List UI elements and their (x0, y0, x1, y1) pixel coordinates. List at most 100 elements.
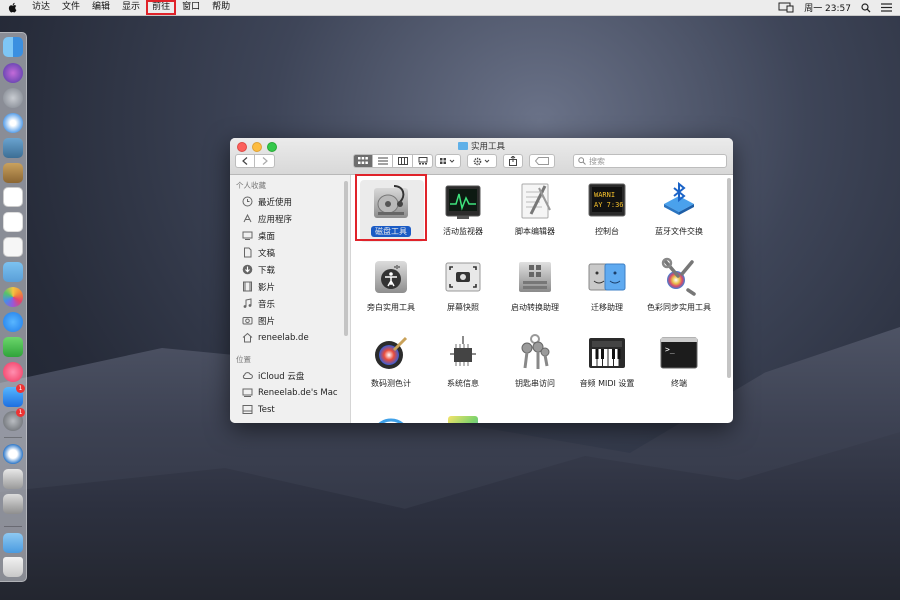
action-button[interactable] (467, 154, 497, 168)
app-migration[interactable]: 迁移助理 (571, 256, 643, 313)
sidebar-item-label: 音乐 (258, 299, 276, 310)
airplay-display-icon[interactable] (778, 2, 794, 13)
window-title: 实用工具 (470, 142, 505, 152)
finder-dock-icon[interactable] (3, 37, 23, 57)
app-activity-monitor[interactable]: 活动监视器 (427, 180, 499, 237)
utility-dock-icon[interactable] (3, 494, 23, 514)
spotlight-search-icon[interactable] (861, 2, 871, 13)
app-voiceover[interactable]: 旁白实用工具 (355, 256, 427, 313)
facetime-dock-icon[interactable] (3, 337, 23, 357)
app-store-dock-icon[interactable]: 1 (3, 384, 25, 407)
sidebar-item-label: 下载 (258, 265, 276, 276)
sidebar-item-applications[interactable]: 应用程序 (230, 210, 350, 227)
app-system-info[interactable]: 系统信息 (427, 332, 499, 389)
sidebar-item-label: 图片 (258, 316, 276, 327)
photos-dock-icon[interactable] (3, 287, 23, 307)
app-script-editor[interactable]: 脚本编辑器 (499, 180, 571, 237)
apple-menu-icon[interactable] (8, 2, 18, 13)
wireless-diagnostics-icon (370, 408, 412, 423)
drive-icon (242, 404, 253, 415)
list-icon (377, 157, 388, 165)
app-terminal[interactable]: >_ 终端 (643, 332, 715, 389)
reminders-dock-icon[interactable] (3, 237, 23, 257)
menu-go[interactable]: 前往 (146, 0, 177, 15)
sidebar-item-desktop[interactable]: 桌面 (230, 227, 350, 244)
list-view-button[interactable] (373, 154, 393, 168)
group-button[interactable] (435, 154, 461, 168)
music-dock-icon[interactable] (3, 362, 23, 382)
share-button[interactable] (503, 154, 523, 168)
sidebar-item-computer[interactable]: Reneelab.de's Mac (230, 384, 350, 401)
tags-button[interactable] (529, 154, 555, 168)
app-color-meter[interactable]: 数码测色计 (355, 332, 427, 389)
menu-bar: 访达 文件 编辑 显示 前往 窗口 帮助 周一 23:57 (0, 0, 900, 16)
app-keychain[interactable]: 钥匙串访问 (499, 332, 571, 389)
messages-dock-icon[interactable] (3, 312, 23, 332)
sidebar-item-movies[interactable]: 影片 (230, 278, 350, 295)
app-boot-camp[interactable]: 启动转换助理 (499, 256, 571, 313)
app-wireless-diagnostics[interactable] (355, 408, 427, 423)
menu-edit[interactable]: 编辑 (86, 0, 116, 15)
chevron-right-icon (262, 157, 268, 165)
icon-view-button[interactable] (353, 154, 373, 168)
sidebar-scrollbar[interactable] (344, 181, 348, 336)
calendar-dock-icon[interactable] (3, 187, 23, 207)
menu-window[interactable]: 窗口 (176, 0, 206, 15)
content-scrollbar[interactable] (727, 178, 731, 378)
dock-separator (4, 526, 22, 527)
voiceover-icon (370, 256, 412, 298)
forward-button[interactable] (255, 154, 275, 168)
svg-text:WARNI: WARNI (594, 191, 615, 199)
menu-view[interactable]: 显示 (116, 0, 146, 15)
menu-finder[interactable]: 访达 (26, 0, 56, 15)
sidebar-item-documents[interactable]: 文稿 (230, 244, 350, 261)
search-field[interactable]: 搜索 (573, 154, 727, 168)
folder-icon (457, 142, 468, 150)
app-console[interactable]: WARNI AY 7:36 控制台 (571, 180, 643, 237)
disk-utility-dock-icon[interactable] (3, 469, 23, 489)
sidebar-item-home[interactable]: reneelab.de (230, 329, 350, 346)
gallery-view-button[interactable] (413, 154, 433, 168)
app-colorsync[interactable]: 色彩同步实用工具 (643, 256, 715, 313)
app-screenshot[interactable]: 屏幕快照 (427, 256, 499, 313)
column-view-button[interactable] (393, 154, 413, 168)
contacts-dock-icon[interactable] (3, 163, 23, 183)
sidebar-item-recents[interactable]: 最近使用 (230, 193, 350, 210)
app-store-badge: 1 (16, 384, 25, 393)
renee-app-dock-icon[interactable] (3, 444, 23, 464)
sidebar-item-icloud[interactable]: iCloud 云盘 (230, 367, 350, 384)
sidebar-item-drive[interactable]: Test (230, 401, 350, 418)
downloads-stack-dock-icon[interactable] (3, 533, 23, 553)
maps-dock-icon[interactable] (3, 262, 23, 282)
color-meter-icon (370, 332, 412, 374)
notification-center-icon[interactable] (881, 3, 892, 12)
music-icon (242, 298, 253, 309)
system-preferences-dock-icon[interactable]: 1 (3, 408, 25, 431)
gear-icon (473, 157, 490, 165)
grid-icon (358, 157, 368, 164)
sidebar-item-pictures[interactable]: 图片 (230, 312, 350, 329)
recents-icon (242, 196, 253, 207)
mail-dock-icon[interactable] (3, 138, 23, 158)
boot-camp-icon (514, 256, 556, 298)
app-label: 音频 MIDI 设置 (579, 379, 635, 388)
launchpad-dock-icon[interactable] (3, 88, 23, 108)
bluetooth-icon (658, 180, 700, 222)
sidebar-item-music[interactable]: 音乐 (230, 295, 350, 312)
menu-file[interactable]: 文件 (56, 0, 86, 15)
back-button[interactable] (235, 154, 255, 168)
app-bluetooth[interactable]: 蓝牙文件交换 (643, 180, 715, 237)
menu-help[interactable]: 帮助 (206, 0, 236, 15)
share-icon (509, 156, 517, 166)
notes-dock-icon[interactable] (3, 212, 23, 232)
trash-dock-icon[interactable] (3, 557, 23, 577)
siri-dock-icon[interactable] (3, 63, 23, 83)
menu-clock[interactable]: 周一 23:57 (804, 1, 851, 14)
gallery-icon (418, 157, 427, 165)
sidebar-item-downloads[interactable]: 下载 (230, 261, 350, 278)
safari-dock-icon[interactable] (3, 113, 23, 133)
app-label: 蓝牙文件交换 (655, 227, 703, 236)
app-label: 活动监视器 (443, 227, 483, 236)
app-midi[interactable]: 音频 MIDI 设置 (571, 332, 643, 389)
app-grapher[interactable] (427, 408, 499, 423)
